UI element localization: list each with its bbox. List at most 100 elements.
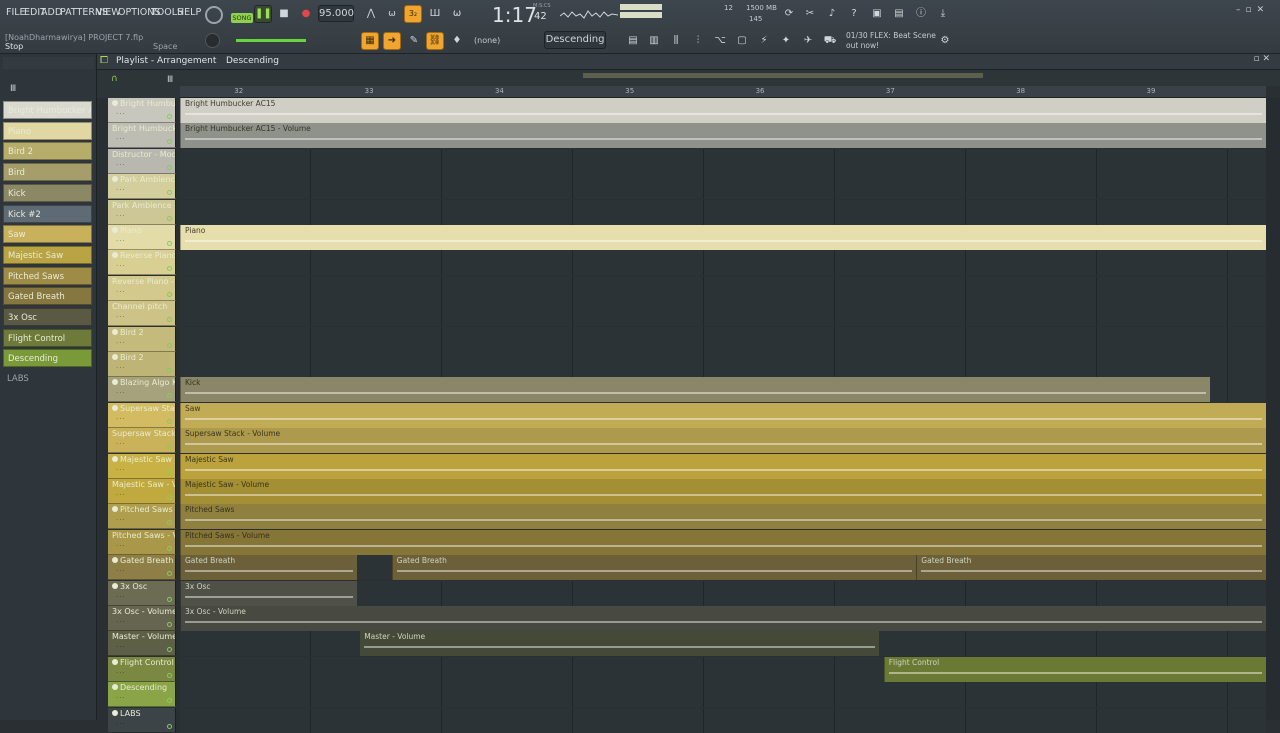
track-lane[interactable] [180, 352, 1266, 377]
track-select-icon[interactable] [167, 266, 172, 272]
track-lane[interactable]: Flight Control [180, 656, 1266, 682]
track-mute-led-icon[interactable] [112, 658, 118, 665]
play-button[interactable]: ❚❚ [254, 5, 272, 23]
news-gear-icon[interactable]: ⚙ [936, 32, 954, 50]
render-icon[interactable]: ▤ [890, 5, 908, 23]
track-select-icon[interactable] [167, 291, 172, 297]
track-header[interactable]: Gated Breath... [108, 555, 176, 581]
shop-icon[interactable]: ⛟ [821, 32, 839, 50]
track-header[interactable]: Piano... [108, 225, 176, 250]
clip[interactable]: Supersaw Stack - Volume [180, 428, 1266, 454]
track-mute-led-icon[interactable] [112, 100, 118, 106]
track-lane[interactable] [180, 326, 1266, 352]
track-lane[interactable] [180, 301, 1266, 327]
step-sequencer-icon[interactable]: ▥ [645, 32, 663, 50]
track-header[interactable]: Bird 2... [108, 352, 176, 377]
track-header[interactable]: Reverse Piano... [108, 250, 176, 276]
mixer-icon[interactable]: ✂ [801, 5, 819, 23]
clip[interactable]: Gated Breath [916, 555, 1266, 581]
track-header[interactable]: Master - Volume... [108, 631, 176, 657]
pencil-tool-icon[interactable]: ✎ [405, 32, 423, 50]
plugin-picker-icon[interactable]: ▢ [733, 32, 751, 50]
track-header[interactable]: Majestic Saw... [108, 453, 176, 479]
track-lane[interactable]: Supersaw Stack - Volume [180, 428, 1266, 454]
channel-rack-icon[interactable]: ⫶ [689, 32, 707, 50]
browser-item[interactable]: Gated Breath [3, 287, 92, 306]
track-select-icon[interactable] [167, 672, 172, 678]
track-lane[interactable] [180, 148, 1266, 174]
track-header[interactable]: Blazing Algo Kic...... [108, 377, 176, 403]
download-icon[interactable]: ⤓ [934, 5, 952, 23]
playlist-overview[interactable] [183, 70, 1280, 86]
track-mute-led-icon[interactable] [112, 709, 118, 716]
clip[interactable]: Pitched Saws - Volume [180, 529, 1266, 555]
track-mute-led-icon[interactable] [112, 176, 118, 183]
news-headline[interactable]: 01/30 FLEX: Beat Scene [846, 31, 936, 40]
clip[interactable]: Bright Humbucker AC15 - Volume [180, 123, 1266, 149]
browser-menu-icon[interactable]: Ⅲ [10, 84, 16, 94]
track-select-icon[interactable] [167, 317, 172, 323]
timeline-ruler[interactable]: 32 33 34 35 36 37 38 39 [180, 86, 1266, 98]
window-controls[interactable]: –▫✕ [1236, 5, 1276, 17]
link-tool-icon[interactable]: ⛓ [426, 32, 444, 50]
clip[interactable]: Majestic Saw [180, 453, 1266, 479]
snap-selector[interactable]: (none) [474, 36, 500, 45]
track-lane[interactable]: Majestic Saw [180, 453, 1266, 479]
track-mute-led-icon[interactable] [112, 379, 118, 386]
clip[interactable]: Majestic Saw - Volume [180, 479, 1266, 504]
mixer-window-icon[interactable]: ⫼ [667, 32, 685, 50]
track-select-icon[interactable] [167, 647, 172, 653]
track-mute-led-icon[interactable] [112, 227, 118, 233]
track-select-icon[interactable] [167, 114, 172, 119]
browser-item[interactable]: Saw [3, 225, 92, 244]
touch-keyboard-icon[interactable]: ✦ [777, 32, 795, 50]
track-select-icon[interactable] [167, 545, 172, 551]
news-subline[interactable]: out now! [846, 41, 879, 50]
piano-roll-icon[interactable]: ▤ [624, 32, 642, 50]
track-header[interactable]: Pitched Saws - V...... [108, 529, 176, 555]
metronome-icon[interactable]: ⋀ [362, 5, 380, 23]
playlist-scrollbar[interactable] [1266, 98, 1280, 720]
track-select-icon[interactable] [167, 418, 172, 424]
track-header[interactable]: Bright Humbuck...... [108, 98, 176, 123]
song-mode-indicator[interactable]: SONG [231, 13, 253, 23]
track-select-icon[interactable] [167, 596, 172, 602]
tempo-display[interactable]: 95.000 [318, 5, 354, 22]
browser-item[interactable]: Kick #2 [3, 204, 92, 223]
track-mute-led-icon[interactable] [112, 557, 118, 564]
clip[interactable]: Gated Breath [391, 555, 917, 581]
track-lane[interactable]: Majestic Saw - Volume [180, 479, 1266, 504]
overview-scroll-thumb[interactable] [583, 73, 983, 78]
track-header[interactable]: 3x Osc... [108, 580, 176, 606]
master-volume-slider[interactable] [236, 39, 306, 42]
track-mute-led-icon[interactable] [112, 404, 118, 411]
playlist-window-controls[interactable]: ▫ ✕ [1253, 54, 1270, 64]
track-menu-icon[interactable]: Ⅲ [167, 75, 173, 85]
playlist-icon[interactable]: ▦ [361, 32, 379, 50]
track-select-icon[interactable] [167, 215, 172, 221]
record-button[interactable]: ● [297, 5, 315, 23]
track-select-icon[interactable] [167, 520, 172, 526]
track-lane[interactable]: Piano [180, 225, 1266, 250]
clip[interactable]: 3x Osc [180, 580, 358, 606]
save-icon[interactable]: ▣ [868, 5, 886, 23]
track-select-icon[interactable] [167, 571, 172, 577]
track-header[interactable]: Pitched Saws... [108, 504, 176, 530]
menu-view[interactable]: VIEW [96, 7, 121, 18]
track-mute-led-icon[interactable] [112, 455, 118, 462]
info-icon[interactable]: ⓘ [912, 5, 930, 23]
track-header[interactable]: Park Ambience... [108, 174, 176, 200]
browser-item[interactable]: Kick [3, 183, 92, 202]
track-select-icon[interactable] [167, 368, 172, 373]
menu-add[interactable]: ADD [41, 7, 62, 18]
browser-item[interactable]: LABS [3, 370, 92, 389]
browser-item[interactable]: Bird [3, 163, 92, 182]
track-select-icon[interactable] [167, 139, 172, 145]
clip[interactable]: Pitched Saws [180, 504, 1266, 530]
browser-item[interactable]: Flight Control [3, 328, 92, 347]
track-mute-led-icon[interactable] [112, 684, 118, 691]
track-header[interactable]: Bright Humbuck...... [108, 123, 176, 149]
track-lane[interactable] [180, 275, 1266, 301]
track-header[interactable]: Supersaw Stack - ...... [108, 428, 176, 454]
track-mute-led-icon[interactable] [112, 328, 118, 335]
